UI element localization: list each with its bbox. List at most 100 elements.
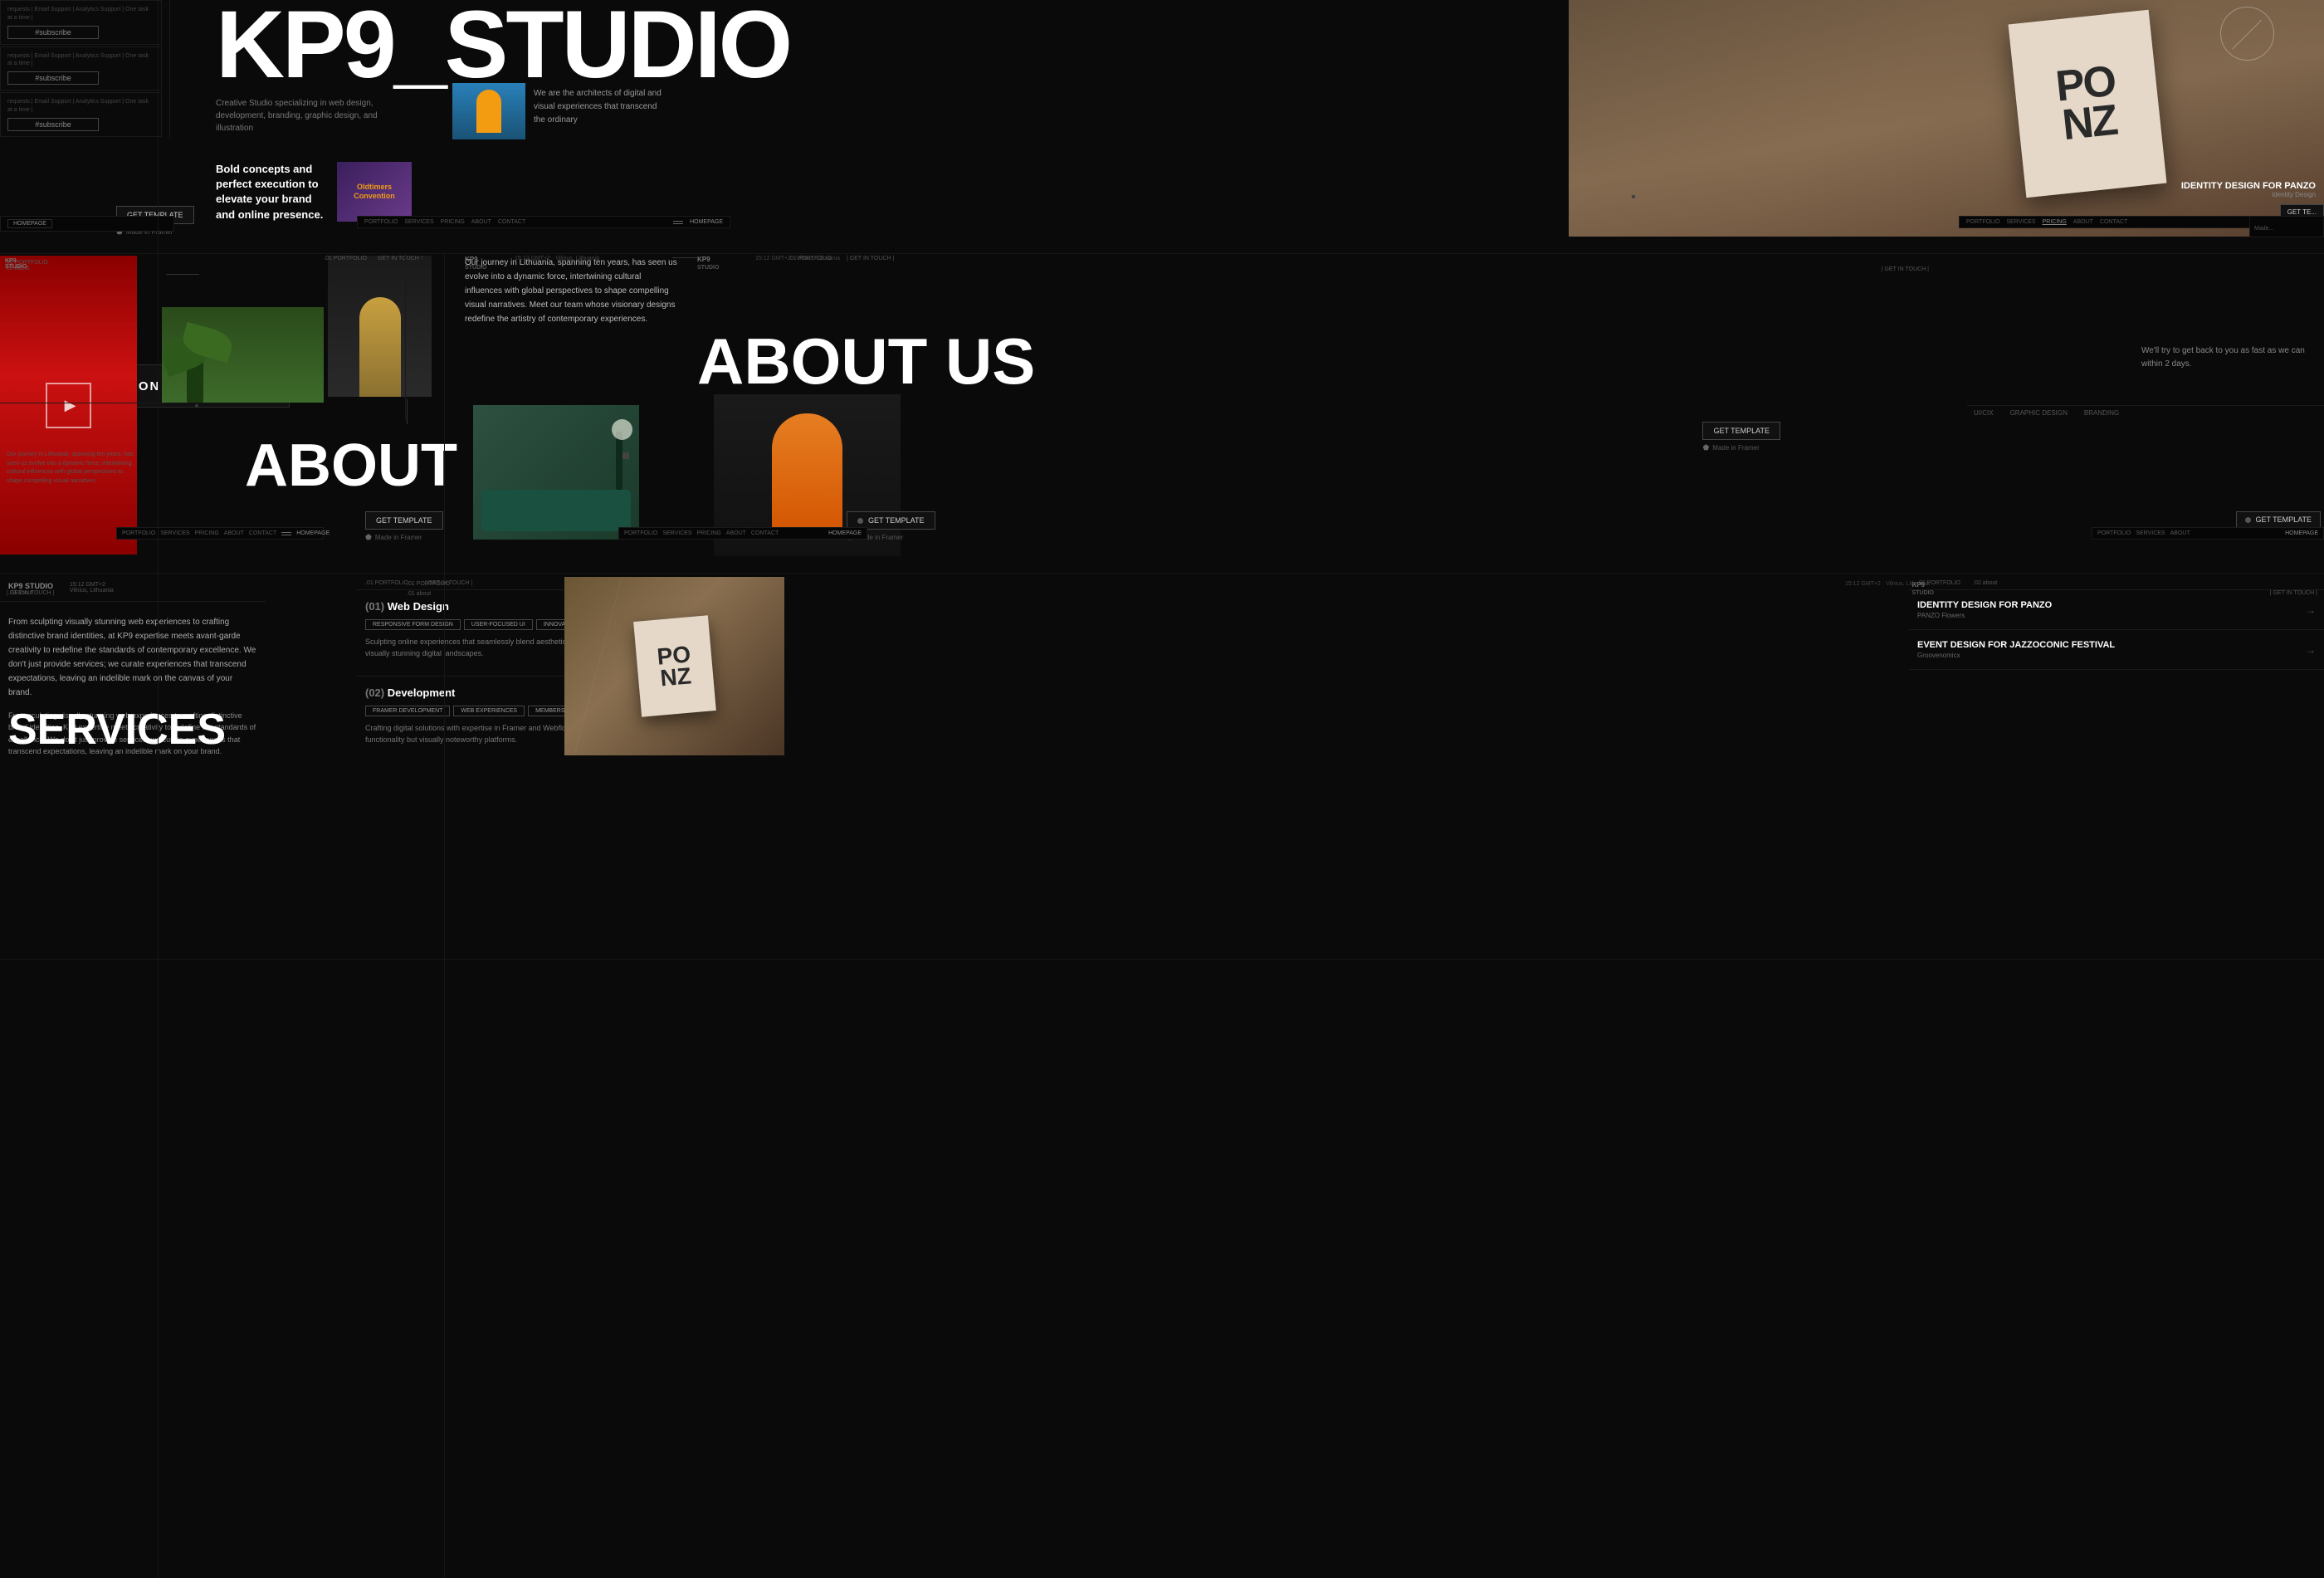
framer-icon-2: ⬟ [1702, 443, 1709, 452]
nav2-about[interactable]: ABOUT [224, 530, 244, 536]
fashion-bg: ▶ [0, 256, 137, 554]
v-div-2 [444, 253, 445, 1578]
panzo-wall [1569, 0, 2324, 237]
nav-portfolio[interactable]: PORTFOLIO [1966, 219, 1999, 225]
get-template-button-2[interactable]: GET TEMPLATE [1702, 422, 1780, 440]
identity-design-title: IDENTITY DESIGN FOR PANZO [2181, 181, 2316, 191]
deco-sq-1 [195, 404, 198, 408]
studio-tagline: Creative Studio specializing in web desi… [216, 97, 390, 134]
navbr-portfolio[interactable]: PORTFOLIO [2097, 530, 2131, 536]
nav-contact-2[interactable]: CONTACT [498, 219, 525, 225]
get-template-button-3[interactable]: GET TEMPLATE [365, 511, 443, 530]
navbr-homepage[interactable]: HOMEPAGE [2285, 530, 2318, 536]
kp9-label-left: KP9STUDIO [5, 258, 27, 270]
play-button-icon[interactable]: ▶ [46, 383, 91, 428]
portfolio-item-1-title: IDENTITY DESIGN FOR PANZO [1917, 600, 2052, 610]
subscribe-button-2[interactable]: #subscribe [7, 71, 99, 85]
nav2-pricing[interactable]: PRICING [195, 530, 219, 536]
deco-sq-2 [1632, 195, 1635, 198]
subscribe-row-2: requests | Email Support | Analytics Sup… [0, 46, 162, 91]
nav2-hamburger[interactable] [281, 532, 291, 535]
nav-bar-second-left: PORTFOLIO SERVICES PRICING ABOUT CONTACT… [116, 527, 324, 540]
git-text-right: | GET IN TOUCH | [1882, 266, 1929, 272]
subscribe-row-1: requests | Email Support | Analytics Sup… [0, 0, 162, 45]
portfolio-mid-2: .01 PORTFOLIO [788, 256, 832, 261]
plant-section [162, 307, 324, 403]
nav-serv-2[interactable]: SERVICES [404, 219, 433, 225]
portfolio-item-2[interactable]: EVENT DESIGN FOR JAZZOCONIC FESTIVAL Gro… [1909, 630, 2324, 670]
nav2-homepage[interactable]: HOMEPAGE [296, 530, 330, 536]
nav2-portfolio[interactable]: PORTFOLIO [122, 530, 155, 536]
play-triangle: ▶ [65, 397, 76, 414]
v-line-left [169, 0, 170, 139]
subscribe-button-1[interactable]: #subscribe [7, 26, 99, 39]
diagonal-in-circle [2232, 19, 2262, 49]
get-in-touch-far-right: | GET IN TOUCH | [2263, 581, 2324, 601]
about-us-heading-right: ABOUT US [697, 324, 1035, 399]
about-short-left: Our journey in Lithuania, spanning ten y… [0, 444, 145, 492]
nav-pricing[interactable]: PRICING [2043, 219, 2067, 225]
lamp-head [612, 419, 632, 440]
portfolio-item-1[interactable]: IDENTITY DESIGN FOR PANZO PANZO Flowers … [1909, 590, 2324, 630]
marquee-item-1: UI/CIX [1974, 409, 1994, 417]
plant-bg [162, 307, 324, 403]
subscribe-panel: requests | Email Support | Analytics Sup… [0, 0, 162, 139]
nav2-services[interactable]: SERVICES [160, 530, 189, 536]
contact-reply: We'll try to get back to you as fast as … [2141, 344, 2316, 371]
nav-hamburger-center[interactable] [673, 221, 683, 224]
model-body [359, 297, 401, 397]
nav-port-2[interactable]: PORTFOLIO [364, 219, 398, 225]
portfolio-about: .02 about [1973, 580, 1997, 586]
h-div-2 [0, 573, 2324, 574]
subscribe-label-3: requests | Email Support | Analytics Sup… [7, 98, 154, 115]
s02-name: Development [388, 686, 456, 699]
nav-bar-center: PORTFOLIO SERVICES PRICING ABOUT CONTACT… [357, 216, 730, 228]
subscribe-button-3[interactable]: #subscribe [7, 118, 99, 131]
navr-portfolio[interactable]: PORTFOLIO [624, 530, 657, 536]
navr-about[interactable]: ABOUT [726, 530, 746, 536]
panzo-bottom-bg: PO NZ [564, 577, 784, 755]
nav-about-2[interactable]: ABOUT [471, 219, 491, 225]
navr-homepage[interactable]: HOMEPAGE [828, 530, 862, 536]
navbr-about[interactable]: ABOUT [2170, 530, 2190, 536]
geo-circle [2220, 7, 2274, 61]
identity-design-sub: Identity Design [2181, 191, 2316, 198]
line-deco-1 [166, 274, 199, 275]
about-us-text-right: ABOUT US [697, 325, 1035, 398]
navr-contact[interactable]: CONTACT [751, 530, 779, 536]
get-template-r2[interactable]: GET TEMPLATE [2236, 511, 2321, 528]
navr-services[interactable]: SERVICES [662, 530, 691, 536]
nav-about[interactable]: ABOUT [2073, 219, 2093, 225]
nav2-contact[interactable]: CONTACT [249, 530, 276, 536]
portfolio-label-left: KP9STUDIO [0, 256, 32, 272]
convention-image: OldtimersConvention [337, 162, 412, 222]
portfolio-mid-1: .01 PORTFOLIO [324, 256, 367, 261]
portfolio-item-2-sub: Groovenomicx [1917, 652, 2115, 659]
s01-tag-2[interactable]: USER-FOCUSED UI [464, 619, 533, 630]
nav-services[interactable]: SERVICES [2006, 219, 2035, 225]
navbr-services[interactable]: SERVICES [2136, 530, 2165, 536]
portfolio-num: .01 PORTFOLIO [365, 580, 408, 586]
portfolio-list: .01 PORTFOLIO .02 about IDENTITY DESIGN … [1909, 577, 2324, 670]
identity-design-label: IDENTITY DESIGN FOR PANZO Identity Desig… [2181, 181, 2316, 198]
nav-homepage-center[interactable]: HOMEPAGE [690, 219, 723, 225]
get-in-touch-right: | GET IN TOUCH | [1877, 257, 1934, 277]
model-section [328, 256, 432, 397]
interior-photo [473, 405, 639, 540]
nav-contact[interactable]: CONTACT [2100, 219, 2127, 225]
nav-bar-1: HOMEPAGE [0, 216, 174, 232]
architects-photo [452, 83, 525, 139]
s02-tag-1[interactable]: FRAMER DEVELOPMENT [365, 706, 450, 716]
nav-bar-bottom-right: PORTFOLIO SERVICES ABOUT HOMEPAGE [2092, 527, 2324, 540]
subscribe-row-3: requests | Email Support | Analytics Sup… [0, 92, 162, 137]
homepage-btn-1[interactable]: HOMEPAGE [7, 219, 52, 228]
navr-pricing[interactable]: PRICING [697, 530, 721, 536]
made-in-framer-3: ⬟ Made in Framer [365, 533, 443, 542]
template-3-area: GET TEMPLATE ⬟ Made in Framer [365, 511, 443, 542]
nav-pric-2[interactable]: PRICING [441, 219, 465, 225]
floor-lamp [616, 432, 622, 490]
s01-tag-1[interactable]: RESPONSIVE FORM DESIGN [365, 619, 461, 630]
about-journey-section: Our journey in Lithuania, spanning ten y… [465, 256, 681, 326]
s02-tag-2[interactable]: WEB EXPERIENCES [453, 706, 525, 716]
panzo-logo-card: PO NZ [2008, 10, 2166, 198]
